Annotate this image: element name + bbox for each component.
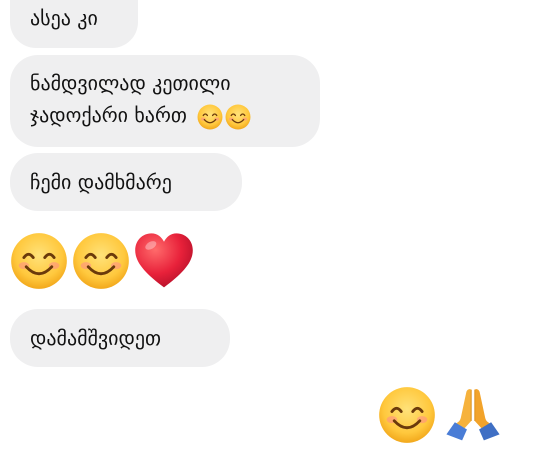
- message-bubble-3[interactable]: ჩემი დამხმარე: [10, 153, 242, 211]
- message-text: დამამშვიდეთ: [30, 326, 162, 350]
- message-line-1: ნამდვილად კეთილი: [30, 71, 231, 95]
- emoji-message[interactable]: [10, 232, 194, 290]
- smiling-face-icon: [225, 103, 252, 130]
- inline-emoji-group: [197, 103, 252, 130]
- smiling-face-icon: [10, 232, 68, 290]
- message-bubble-2[interactable]: ნამდვილად კეთილი ჯადოქარი ხართ: [10, 55, 320, 147]
- red-heart-icon: [135, 233, 193, 288]
- message-text: ჩემი დამხმარე: [30, 170, 172, 194]
- message-bubble-5[interactable]: დამამშვიდეთ: [10, 309, 230, 367]
- message-line-2-text: ჯადოქარი ხართ: [30, 103, 187, 127]
- folded-hands-icon: [446, 389, 500, 443]
- outgoing-emoji-message[interactable]: [378, 386, 504, 444]
- smiling-face-icon: [197, 103, 224, 130]
- smiling-face-icon: [378, 386, 436, 444]
- message-text: ასეა კი: [30, 6, 98, 30]
- smiling-face-icon: [72, 232, 130, 290]
- message-bubble-1[interactable]: ასეა კი: [10, 0, 138, 48]
- message-line-2: ჯადოქარი ხართ: [30, 99, 300, 131]
